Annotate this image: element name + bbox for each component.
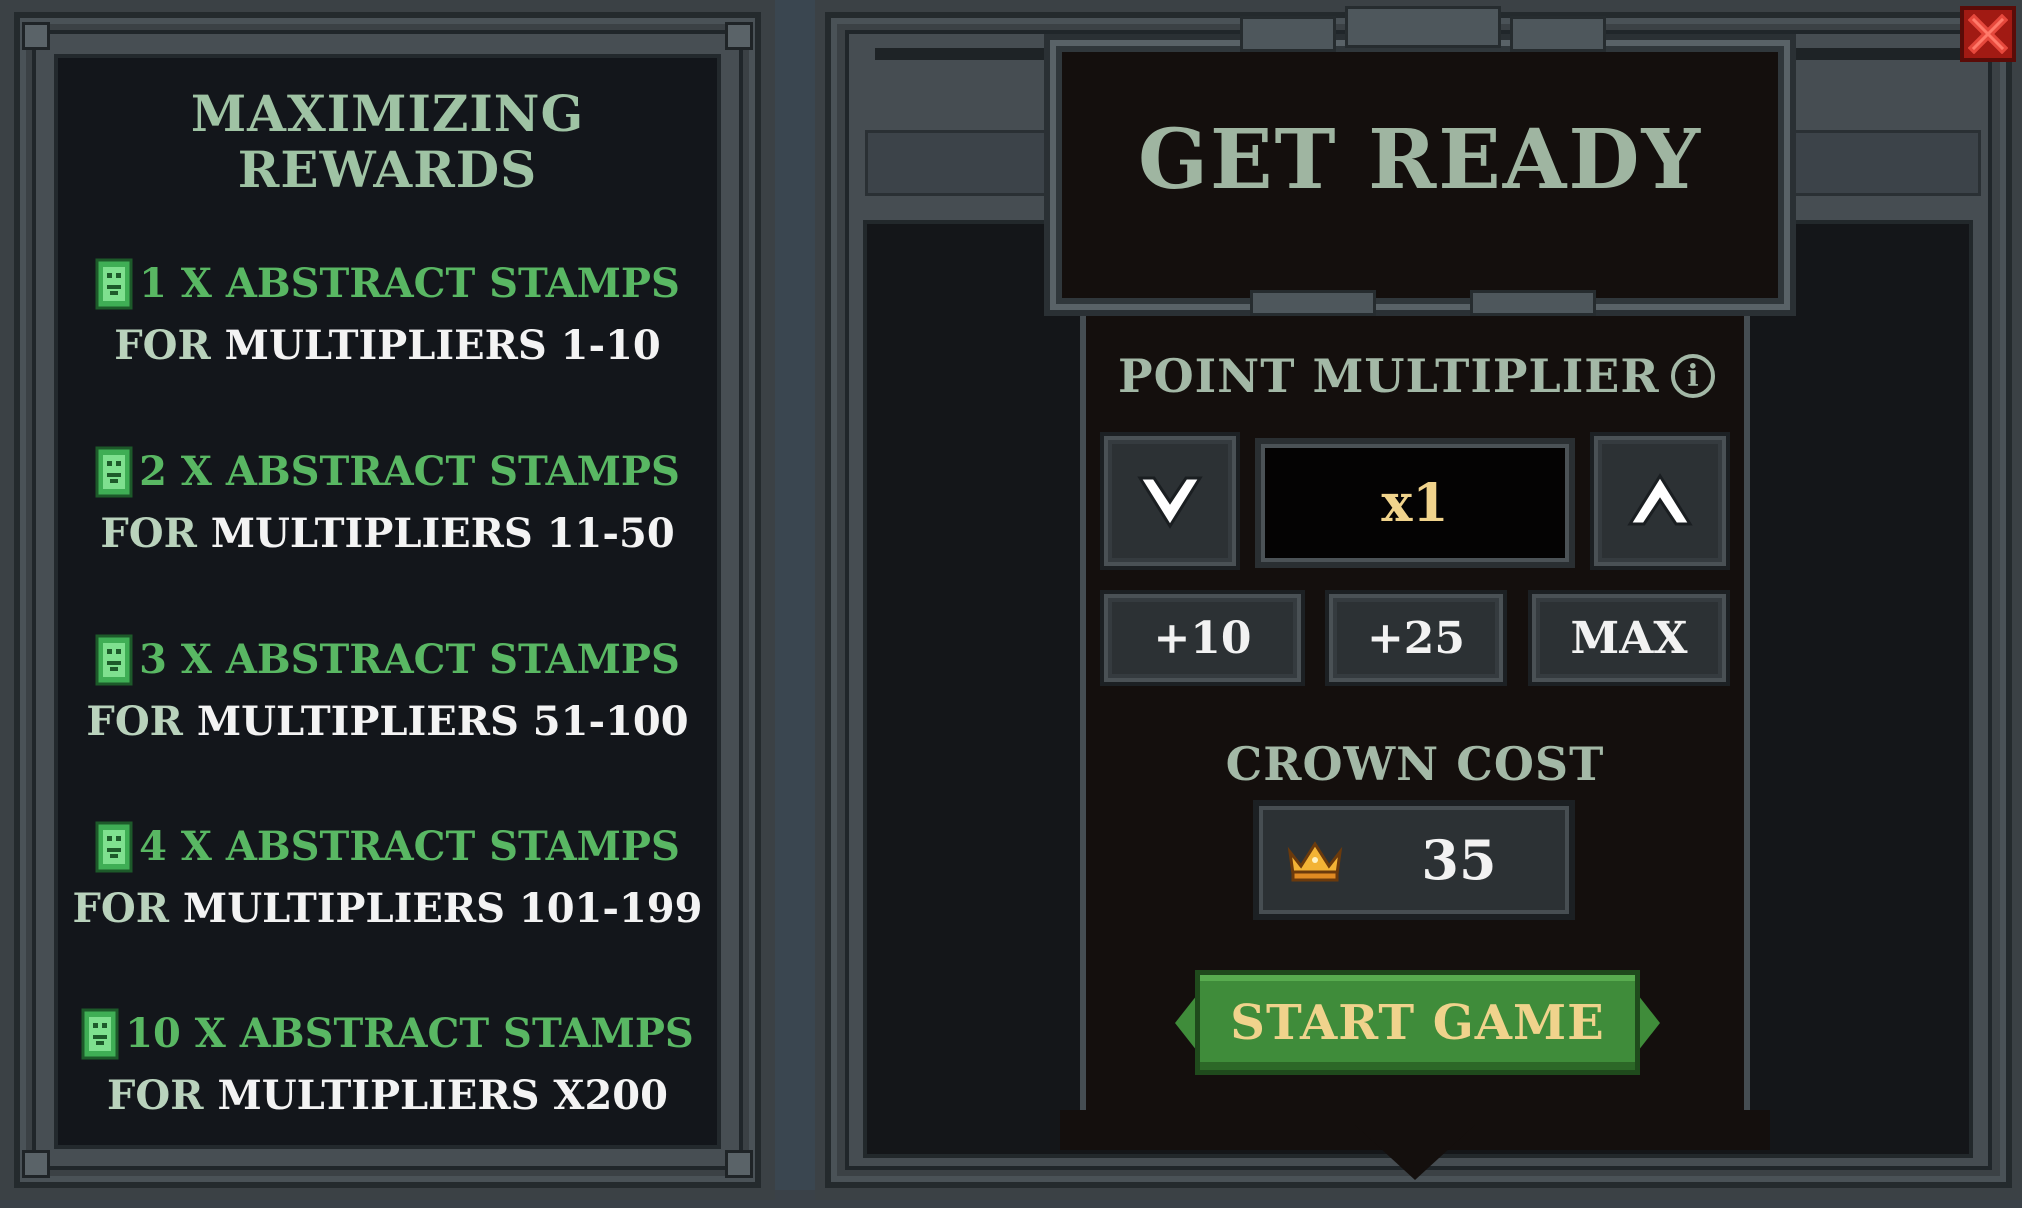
reward-stamps: 1 X ABSTRACT STAMPS [139, 260, 680, 307]
ornament [1250, 290, 1376, 316]
chevron-down-icon [1137, 476, 1203, 529]
reward-for: FOR [100, 510, 197, 557]
page-title: GET READY [1137, 112, 1702, 208]
crown-icon [1287, 841, 1343, 882]
ornament [1345, 6, 1501, 48]
abstract-stamp-icon [95, 446, 133, 498]
ornament [1510, 16, 1606, 52]
abstract-stamp-icon [95, 634, 133, 686]
frame-corner [22, 1150, 50, 1178]
point-multiplier-label: POINT MULTIPLIER [1118, 349, 1660, 403]
frame-corner [22, 22, 50, 50]
reward-stamps: 4 X ABSTRACT STAMPS [139, 823, 680, 870]
reward-for: FOR [114, 322, 211, 369]
add-10-button[interactable]: +10 [1100, 590, 1305, 686]
crown-cost-label: CROWN COST [1225, 737, 1605, 791]
abstract-stamp-icon [95, 821, 133, 873]
background-gap [775, 0, 815, 1208]
decrease-multiplier-button[interactable] [1100, 432, 1240, 570]
abstract-stamp-icon [81, 1008, 119, 1060]
reward-multipliers: MULTIPLIERS 1-10 [224, 322, 661, 369]
add-25-button[interactable]: +25 [1325, 590, 1507, 686]
ornament [1240, 16, 1336, 52]
reward-multipliers: MULTIPLIERS 51-100 [196, 698, 689, 745]
reward-item: 1 X ABSTRACT STAMPS FOR MULTIPLIERS 1-10 [0, 258, 775, 370]
reward-multipliers: MULTIPLIERS X200 [217, 1072, 668, 1119]
abstract-stamp-icon [95, 258, 133, 310]
close-icon [1968, 14, 2008, 54]
reward-stamps: 2 X ABSTRACT STAMPS [139, 448, 680, 495]
reward-item: 4 X ABSTRACT STAMPS FOR MULTIPLIERS 101-… [0, 821, 775, 933]
reward-multipliers: MULTIPLIERS 11-50 [210, 510, 675, 557]
reward-multipliers: MULTIPLIERS 101-199 [182, 885, 703, 932]
rewards-title-line2: REWARDS [237, 140, 538, 199]
center-panel-point [1355, 1125, 1475, 1180]
rewards-title: MAXIMIZING REWARDS [0, 86, 775, 198]
increase-multiplier-button[interactable] [1590, 432, 1730, 570]
start-button-wing [1638, 995, 1660, 1051]
info-icon[interactable]: i [1671, 354, 1715, 398]
reward-stamps: 10 X ABSTRACT STAMPS [125, 1010, 694, 1057]
start-game-button[interactable]: START GAME [1195, 970, 1640, 1075]
reward-stamps: 3 X ABSTRACT STAMPS [139, 636, 680, 683]
ornament [1470, 290, 1596, 316]
frame-corner [725, 1150, 753, 1178]
reward-item: 2 X ABSTRACT STAMPS FOR MULTIPLIERS 11-5… [0, 446, 775, 558]
reward-for: FOR [107, 1072, 204, 1119]
crown-cost-value: 35 [1421, 828, 1497, 892]
multiplier-value: x1 [1255, 438, 1575, 568]
reward-item: 10 X ABSTRACT STAMPS FOR MULTIPLIERS X20… [0, 1008, 775, 1120]
max-button[interactable]: MAX [1528, 590, 1730, 686]
chevron-up-icon [1627, 473, 1693, 526]
rewards-panel: MAXIMIZING REWARDS 1 X ABSTRACT STAMPS F… [0, 0, 775, 1200]
close-button[interactable] [1960, 6, 2016, 62]
rewards-content [54, 54, 721, 1149]
crown-cost-box: 35 [1253, 800, 1575, 920]
start-button-wing [1175, 995, 1197, 1051]
reward-for: FOR [86, 698, 183, 745]
rewards-title-line1: MAXIMIZING [190, 84, 585, 143]
frame-corner [725, 22, 753, 50]
reward-item: 3 X ABSTRACT STAMPS FOR MULTIPLIERS 51-1… [0, 634, 775, 746]
reward-for: FOR [72, 885, 169, 932]
